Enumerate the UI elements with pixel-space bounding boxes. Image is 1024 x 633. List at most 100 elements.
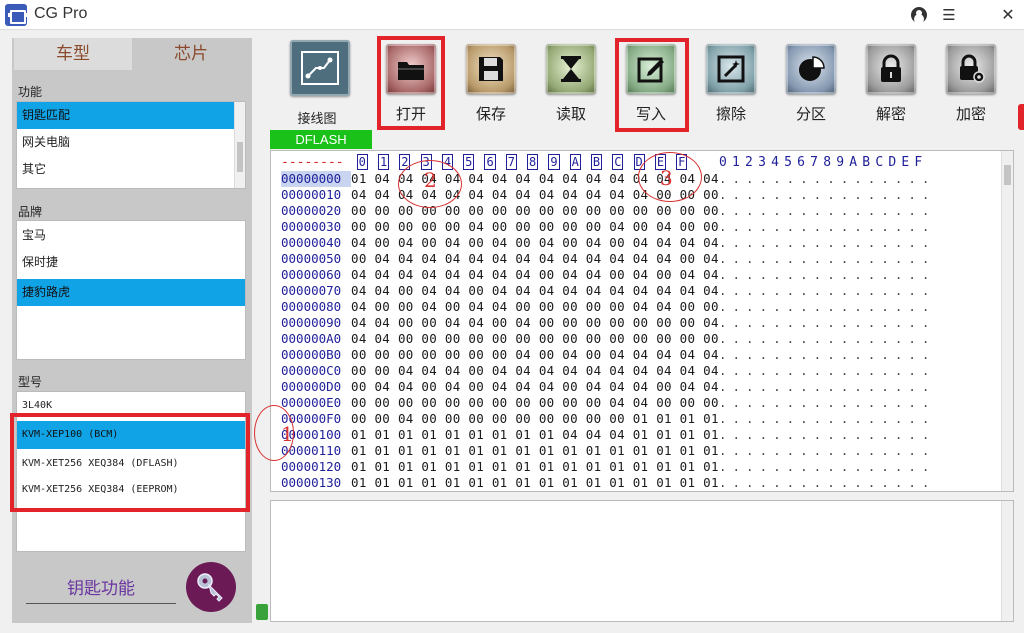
brand-list[interactable]: 宝马 保时捷 捷豹路虎 [16,220,246,360]
hex-row[interactable]: 00000030 00 00 00 00 00 04 00 00 00 00 00… [281,219,935,235]
hex-row[interactable]: 00000070 04 04 00 04 04 00 04 04 04 04 04… [281,283,935,299]
function-item-key-match[interactable]: 钥匙匹配 [17,102,245,129]
right-edge-marker [1018,104,1024,130]
hex-address: 00000080 [281,299,342,314]
hex-bytes[interactable]: 00 04 04 04 04 04 04 04 04 04 04 04 04 0… [351,251,719,267]
hex-ascii: ................ [719,395,936,410]
hex-row[interactable]: 000000E0 00 00 00 00 00 00 00 00 00 00 00… [281,395,935,411]
hex-bytes[interactable]: 00 00 00 00 00 04 00 00 00 00 00 04 00 0… [351,219,719,235]
hex-bytes[interactable]: 04 04 00 04 04 00 04 04 04 04 04 04 04 0… [351,283,719,299]
model-highlight-box [10,413,250,512]
model-label: 型号 [18,375,43,389]
hex-bytes[interactable]: 01 01 01 01 01 01 01 01 01 01 01 01 01 0… [351,459,719,475]
brand-item-bmw[interactable]: 宝马 [17,222,245,249]
hex-ascii: ................ [719,459,936,474]
hex-address: 000000C0 [281,363,342,378]
hex-ascii: ................ [719,363,936,378]
erase-button[interactable]: 擦除 [696,40,766,130]
left-panel: 车型 芯片 功能 钥匙匹配 网关电脑 其它 品牌 宝马 保时捷 捷豹路虎 型号 … [12,38,252,623]
hex-bytes[interactable]: 00 00 00 00 00 00 00 04 00 04 00 04 04 0… [351,347,719,363]
function-list-scrollbar[interactable] [234,102,245,188]
log-scrollbar[interactable] [1001,501,1013,621]
function-item-gateway[interactable]: 网关电脑 [17,129,245,156]
hex-ascii: ................ [719,171,936,186]
hex-row[interactable]: 00000040 04 00 04 00 04 00 04 00 04 00 04… [281,235,935,251]
hex-address: 00000070 [281,283,342,298]
wiring-diagram-icon [290,40,350,96]
hex-bytes[interactable]: 04 04 00 00 00 00 00 00 00 00 00 00 00 0… [351,331,719,347]
hex-ascii: ................ [719,219,936,234]
key-icon [197,573,223,602]
hex-bytes[interactable]: 04 00 04 00 04 00 04 00 04 00 04 00 04 0… [351,235,719,251]
hex-bytes[interactable]: 04 04 04 04 04 04 04 04 00 04 04 00 04 0… [351,267,719,283]
hex-column-5: 5 [463,154,475,170]
function-item-other[interactable]: 其它 [17,156,245,183]
hex-editor[interactable]: -------- 0 1 2 3 4 5 6 7 8 9 A B C D E F 0123456789ABCDE… [270,150,1014,492]
tab-chips[interactable]: 芯片 [132,38,250,70]
log-output-area[interactable] [270,500,1014,622]
write-highlight-box [615,38,689,132]
hex-address: 00000130 [281,475,342,490]
hex-bytes[interactable]: 01 01 01 01 01 01 01 01 01 04 04 04 01 0… [351,427,719,443]
hex-row[interactable]: 00000060 04 04 04 04 04 04 04 04 00 04 04… [281,267,935,283]
hex-row[interactable]: 000000D0 00 04 04 00 04 00 04 04 04 00 04… [281,379,935,395]
hex-bytes[interactable]: 00 00 04 00 00 00 00 00 00 00 00 00 01 0… [351,411,719,427]
decrypt-button[interactable]: 解密 [856,40,926,130]
hex-scrollbar[interactable] [1001,151,1013,491]
annotation-number-2: 2 [424,168,437,192]
hex-bytes[interactable]: 01 01 01 01 01 01 01 01 01 01 01 01 01 0… [351,443,719,459]
partition-button[interactable]: 分区 [776,40,846,130]
erase-label: 擦除 [715,105,746,123]
save-button[interactable]: 保存 [456,40,526,130]
hex-address: 00000040 [281,235,342,250]
hex-row[interactable]: 00000020 00 00 00 00 00 00 00 00 00 00 00… [281,203,935,219]
hex-bytes[interactable]: 04 04 00 00 04 04 00 04 00 00 00 00 00 0… [351,315,719,331]
hex-row[interactable]: 00000100 01 01 01 01 01 01 01 01 01 04 04… [281,427,935,443]
encrypt-button[interactable]: 加密 [936,40,1006,130]
hex-address: 00000030 [281,219,342,234]
hex-bytes[interactable]: 00 00 00 00 00 00 00 00 00 00 00 00 00 0… [351,203,719,219]
hex-row[interactable]: 00000050 00 04 04 04 04 04 04 04 04 04 04… [281,251,935,267]
tab-cars[interactable]: 车型 [14,38,132,70]
hex-column-8: 8 [527,154,539,170]
hex-row[interactable]: 000000C0 00 00 04 04 04 00 04 04 04 04 04… [281,363,935,379]
hex-row[interactable]: 000000F0 00 00 04 00 00 00 00 00 00 00 00… [281,411,935,427]
hex-ascii: ................ [719,251,936,266]
hex-row[interactable]: 000000A0 04 04 00 00 00 00 00 00 00 00 00… [281,331,935,347]
hex-row[interactable]: 00000080 04 00 00 04 00 04 04 00 00 00 00… [281,299,935,315]
key-function-label[interactable]: 钥匙功能 [26,574,176,604]
hex-address: 00000090 [281,315,342,330]
hex-row[interactable]: 00000090 04 04 00 00 04 04 00 04 00 00 00… [281,315,935,331]
hourglass-icon [546,44,596,94]
brand-item-jaguar-landrover[interactable]: 捷豹路虎 [17,279,245,306]
tab-dflash[interactable]: DFLASH [270,130,372,149]
hex-column-7: 7 [505,154,517,170]
hex-column-header: -------- 0 1 2 3 4 5 6 7 8 9 A B C D E F [281,154,692,171]
annotation-number-3: 3 [660,166,673,190]
hex-row[interactable]: 000000B0 00 00 00 00 00 00 00 04 00 04 00… [281,347,935,363]
hex-ascii: ................ [719,283,936,298]
hex-row[interactable]: 00000110 01 01 01 01 01 01 01 01 01 01 01… [281,443,935,459]
hex-bytes[interactable]: 00 00 00 00 00 00 00 00 00 00 00 04 04 0… [351,395,719,411]
hex-column-A: A [569,154,581,170]
hex-bytes[interactable]: 01 01 01 01 01 01 01 01 01 01 01 01 01 0… [351,475,719,491]
hex-bytes[interactable]: 00 04 04 00 04 00 04 04 04 00 04 04 04 0… [351,379,719,395]
hex-row[interactable]: 00000000 01 04 04 04 04 04 04 04 04 04 04… [281,171,935,187]
hex-row[interactable]: 00000010 04 04 04 04 04 04 04 04 04 04 04… [281,187,935,203]
hex-row[interactable]: 00000130 01 01 01 01 01 01 01 01 01 01 01… [281,475,935,491]
hex-bytes[interactable]: 00 00 04 04 04 00 04 04 04 04 04 04 04 0… [351,363,719,379]
hex-bytes[interactable]: 04 00 00 04 00 04 04 00 00 00 00 00 04 0… [351,299,719,315]
ascii-column-header: 0123456789ABCDEF [719,155,928,170]
key-function-button[interactable] [186,562,236,612]
menu-icon[interactable]: ☰ [938,4,960,26]
hex-row[interactable]: 00000120 01 01 01 01 01 01 01 01 01 01 01… [281,459,935,475]
close-icon[interactable]: ✕ [997,4,1019,26]
user-icon[interactable] [908,4,930,26]
hex-ascii: ................ [719,427,936,442]
hex-ascii: ................ [719,475,936,490]
function-list[interactable]: 钥匙匹配 网关电脑 其它 [16,101,246,189]
wiring-diagram-button[interactable]: 接线图 [282,40,352,130]
brand-item-porsche[interactable]: 保时捷 [17,249,245,276]
decrypt-label: 解密 [875,105,906,123]
read-button[interactable]: 读取 [536,40,606,130]
